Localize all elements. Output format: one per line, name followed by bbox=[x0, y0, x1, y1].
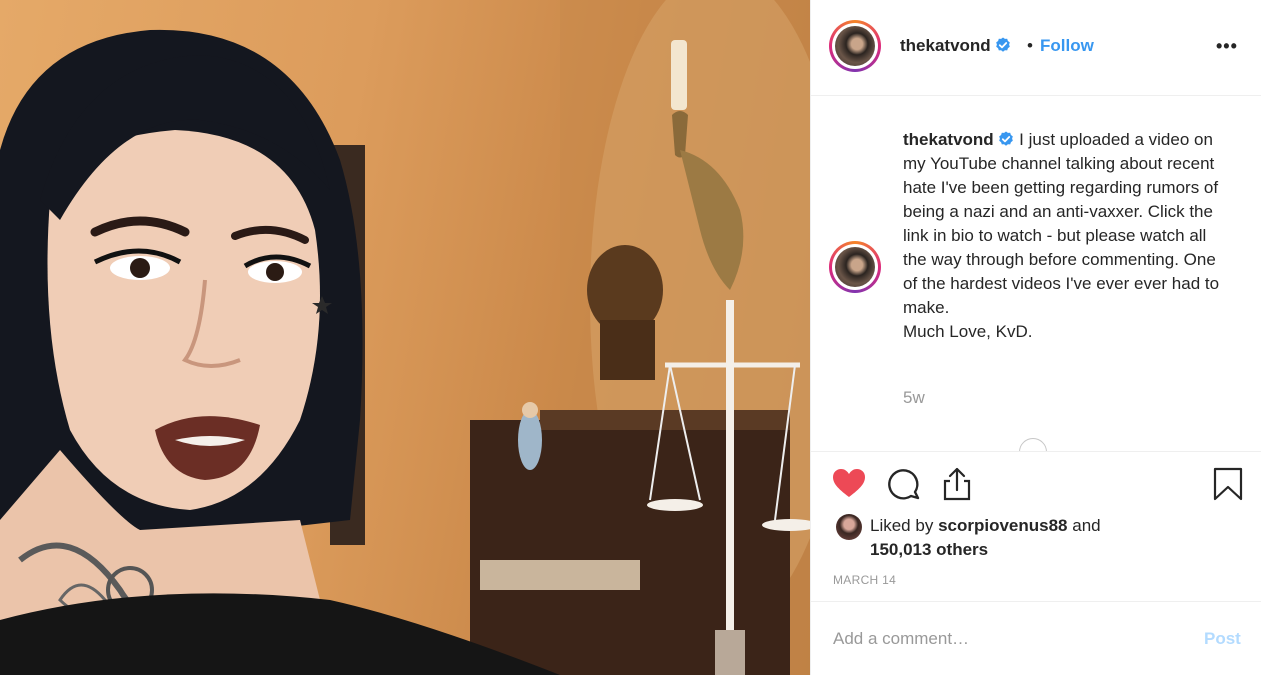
caption-time-ago[interactable]: 5w bbox=[903, 388, 925, 408]
post-caption: thekatvond I just uploaded a video on my… bbox=[903, 128, 1233, 344]
photo-illustration bbox=[0, 0, 810, 675]
follow-button[interactable]: Follow bbox=[1040, 36, 1094, 56]
likes-summary: Liked by scorpiovenus88 and 150,013 othe… bbox=[870, 514, 1101, 562]
caption-signoff: Much Love, KvD. bbox=[903, 322, 1033, 341]
add-comment-input[interactable] bbox=[833, 624, 1173, 654]
verified-badge-icon bbox=[996, 37, 1011, 52]
avatar-ring-gap bbox=[832, 23, 878, 69]
liker-username[interactable]: scorpiovenus88 bbox=[938, 516, 1067, 535]
liker-avatar[interactable] bbox=[836, 514, 862, 540]
more-options-button[interactable]: ••• bbox=[1216, 36, 1238, 57]
header-username[interactable]: thekatvond bbox=[900, 36, 1011, 56]
caption-username[interactable]: thekatvond bbox=[903, 130, 994, 149]
header-dot-separator: • bbox=[1027, 36, 1033, 55]
caption-avatar-ring-gap bbox=[832, 244, 878, 290]
post-photo[interactable] bbox=[0, 0, 810, 675]
author-avatar[interactable] bbox=[829, 20, 881, 72]
share-icon[interactable] bbox=[939, 466, 975, 502]
avatar-image bbox=[835, 26, 875, 66]
load-more-comments-icon[interactable] bbox=[1019, 438, 1047, 452]
heart-filled-icon[interactable] bbox=[831, 466, 867, 502]
post-comment-button[interactable]: Post bbox=[1204, 629, 1241, 649]
caption-verified-badge-icon bbox=[999, 131, 1014, 146]
caption-avatar-image bbox=[835, 247, 875, 287]
likes-prefix: Liked by bbox=[870, 516, 934, 535]
actions-divider bbox=[810, 451, 1261, 452]
comment-bubble-icon[interactable] bbox=[886, 466, 922, 502]
likes-count[interactable]: 150,013 others bbox=[870, 540, 988, 559]
post-date[interactable]: MARCH 14 bbox=[833, 573, 896, 587]
header-username-text[interactable]: thekatvond bbox=[900, 36, 991, 55]
instagram-post: thekatvond • Follow ••• thekatvond I jus… bbox=[0, 0, 1261, 675]
comment-divider bbox=[810, 601, 1261, 602]
caption-author-avatar[interactable] bbox=[829, 241, 881, 293]
bookmark-icon[interactable] bbox=[1210, 466, 1246, 502]
caption-text: I just uploaded a video on my YouTube ch… bbox=[903, 130, 1220, 317]
likes-conjunction: and bbox=[1072, 516, 1101, 535]
